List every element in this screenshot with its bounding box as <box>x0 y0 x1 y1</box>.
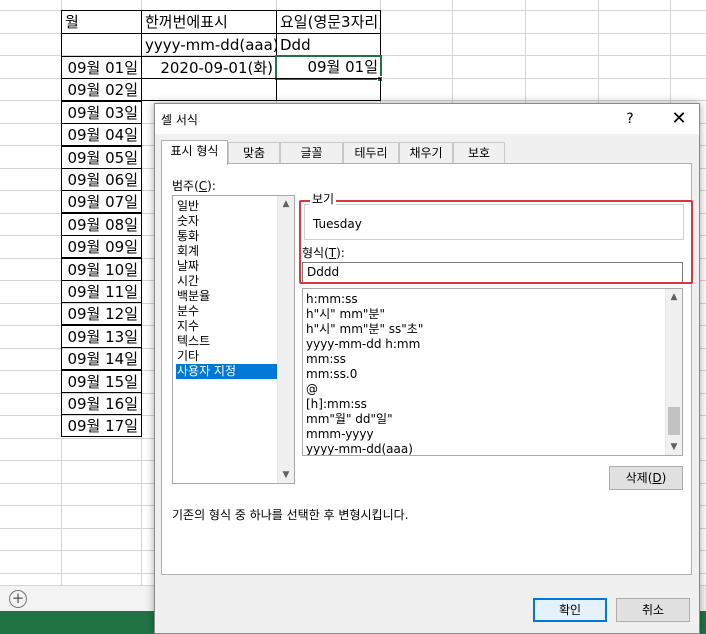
date-cell[interactable]: 09월 16일 <box>61 392 142 415</box>
format-code-item[interactable]: h:mm:ss <box>306 292 358 307</box>
format-code-item[interactable]: mm:ss.0 <box>306 367 357 382</box>
format-code-item[interactable]: h"시" mm"분" <box>306 307 385 322</box>
header-cell-combined[interactable]: 한꺼번에표시 <box>141 10 277 34</box>
date-cell[interactable]: 09월 10일 <box>61 257 142 281</box>
category-list[interactable]: 일반 숫자 통화 회계 날짜 시간 백분율 분수 지수 텍스트 기타 사용자 지정 ▲ ▼ <box>172 195 295 484</box>
format-cells-dialog: 셀 서식 ? ✕ 표시 형식 맞춤 글꼴 테두리 채우기 보호 범주(C): 일… <box>154 103 700 634</box>
category-scrollbar[interactable]: ▲ ▼ <box>277 196 294 483</box>
date-cell[interactable]: 09월 13일 <box>61 324 142 348</box>
preview-label: 보기 <box>310 190 337 207</box>
scroll-up-icon[interactable]: ▲ <box>278 196 294 212</box>
scroll-thumb[interactable] <box>668 407 680 435</box>
date-cell[interactable]: 09월 03일 <box>61 100 142 124</box>
format-cell-combined[interactable]: yyyy-mm-dd(aaa) <box>141 33 277 57</box>
scroll-down-icon[interactable]: ▼ <box>666 439 682 455</box>
add-sheet-icon[interactable]: + <box>9 590 27 608</box>
date-cell[interactable]: 09월 09일 <box>61 235 142 259</box>
category-item[interactable]: 백분율 <box>176 289 277 304</box>
tab-protection[interactable]: 보호 <box>453 142 505 164</box>
tab-font[interactable]: 글꼴 <box>280 142 343 164</box>
format-cell-weekday[interactable]: Ddd <box>276 33 381 57</box>
format-code-item[interactable]: mm:ss <box>306 352 346 367</box>
tab-border[interactable]: 테두리 <box>343 142 399 164</box>
category-item[interactable]: 사용자 지정 <box>176 364 277 379</box>
date-cell[interactable]: 09월 15일 <box>61 369 142 393</box>
date-cell[interactable]: 09월 12일 <box>61 302 142 326</box>
date-cell[interactable]: 09월 07일 <box>61 190 142 214</box>
tab-fill[interactable]: 채우기 <box>399 142 453 164</box>
date-cell[interactable]: 09월 08일 <box>61 212 142 236</box>
format-cell-month[interactable] <box>61 33 142 57</box>
dialog-titlebar[interactable]: 셀 서식 ? ✕ <box>155 104 699 134</box>
preview-value: Tuesday <box>313 217 362 231</box>
format-code-item[interactable]: [h]:mm:ss <box>306 397 367 412</box>
date-cell[interactable]: 09월 14일 <box>61 347 142 371</box>
weekday-cell-row2[interactable] <box>276 78 381 101</box>
active-cell-outline <box>275 55 382 80</box>
date-cell[interactable]: 09월 05일 <box>61 145 142 169</box>
date-cell[interactable]: 09월 02일 <box>61 78 142 102</box>
date-cell[interactable]: 09월 17일 <box>61 414 142 438</box>
format-list-scrollbar[interactable]: ▲ ▼ <box>665 289 682 455</box>
tab-alignment[interactable]: 맞춤 <box>228 142 280 164</box>
description-text: 기존의 형식 중 하나를 선택한 후 변형시킵니다. <box>172 508 409 522</box>
category-item[interactable]: 날짜 <box>176 259 277 274</box>
format-code-item[interactable]: mm"월" dd"일" <box>306 412 393 427</box>
ok-button[interactable]: 확인 <box>533 598 607 622</box>
preview-box: Tuesday <box>304 204 684 240</box>
header-cell-month[interactable]: 월 <box>61 10 142 34</box>
format-code-list[interactable]: h:mm:ss h"시" mm"분" h"시" mm"분" ss"초" yyyy-mm… <box>302 288 683 456</box>
category-item[interactable]: 숫자 <box>176 214 277 229</box>
format-code-item[interactable]: h"시" mm"분" ss"초" <box>306 322 423 337</box>
tab-number-format[interactable]: 표시 형식 <box>161 140 228 165</box>
scroll-up-icon[interactable]: ▲ <box>666 289 682 305</box>
category-item[interactable]: 분수 <box>176 304 277 319</box>
category-item[interactable]: 회계 <box>176 244 277 259</box>
date-cell[interactable]: 09월 01일 <box>61 56 142 79</box>
category-item[interactable]: 지수 <box>176 319 277 334</box>
cancel-button[interactable]: 취소 <box>616 598 690 622</box>
category-item[interactable]: 통화 <box>176 229 277 244</box>
dialog-title: 셀 서식 <box>161 113 198 127</box>
category-label: 범주(C): <box>172 179 216 193</box>
category-item[interactable]: 일반 <box>176 199 277 214</box>
category-item[interactable]: 시간 <box>176 274 277 289</box>
combined-cell-row2[interactable] <box>141 78 277 101</box>
format-code-item[interactable]: yyyy-mm-dd(aaa) <box>306 442 413 455</box>
number-format-panel: 범주(C): 일반 숫자 통화 회계 날짜 시간 백분율 분수 지수 텍스트 기타 사용자 지정 ▲ … <box>161 163 693 575</box>
type-input[interactable]: Dddd <box>302 262 683 283</box>
scroll-down-icon[interactable]: ▼ <box>278 467 294 483</box>
format-code-item[interactable]: yyyy-mm-dd h:mm <box>306 337 420 352</box>
delete-button[interactable]: 삭제(D) <box>609 466 683 490</box>
category-item[interactable]: 텍스트 <box>176 334 277 349</box>
format-code-item[interactable]: @ <box>306 382 318 397</box>
date-cell[interactable]: 09월 06일 <box>61 168 142 191</box>
help-icon[interactable]: ? <box>619 108 641 130</box>
date-cell[interactable]: 09월 11일 <box>61 280 142 303</box>
type-label: 형식(T): <box>302 246 345 260</box>
close-icon[interactable]: ✕ <box>659 104 699 134</box>
format-code-item[interactable]: mmm-yyyy <box>306 427 374 442</box>
combined-cell-row1[interactable]: 2020-09-01(화) <box>141 56 277 79</box>
date-cell[interactable]: 09월 04일 <box>61 123 142 147</box>
category-item[interactable]: 기타 <box>176 349 277 364</box>
header-cell-weekday[interactable]: 요일(영문3자리) <box>276 10 381 34</box>
